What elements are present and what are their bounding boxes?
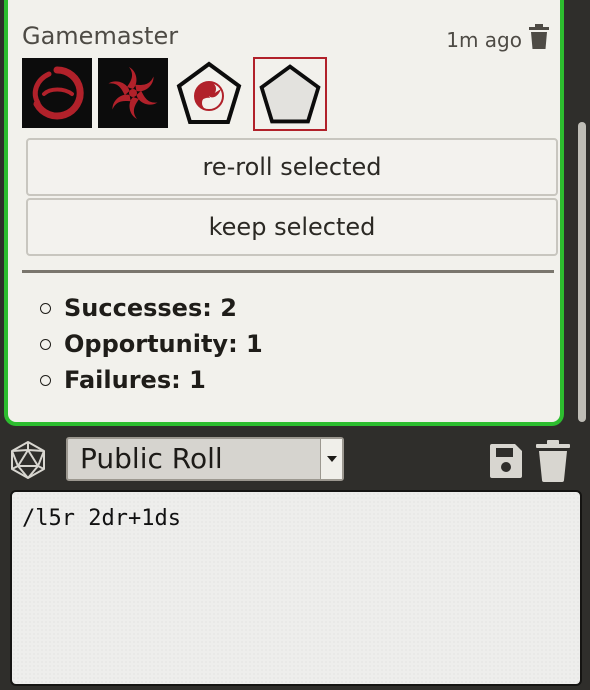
skill-die-blank-icon[interactable] [253,57,327,131]
message-timestamp: 1m ago [446,28,522,52]
ring-die-explosive-icon[interactable] [98,58,168,128]
results-divider [22,270,554,273]
trash-icon[interactable] [528,24,550,50]
chat-scrollbar-thumb[interactable] [578,122,586,422]
save-icon[interactable] [488,442,524,480]
trash-icon[interactable] [534,440,572,482]
roll-results-list: Successes: 2 Opportunity: 1 Failures: 1 [38,290,263,398]
bullet-icon [40,339,51,350]
result-label: Failures: 1 [64,366,206,394]
skill-die-opportunity-icon[interactable] [174,58,244,128]
roll-mode-value: Public Roll [80,442,223,475]
bullet-icon [40,303,51,314]
result-opportunity: Opportunity: 1 [38,326,263,362]
result-label: Opportunity: 1 [64,330,263,358]
d20-icon[interactable] [8,440,48,480]
ring-die-success-icon[interactable] [22,58,92,128]
bullet-icon [40,375,51,386]
message-speaker: Gamemaster [22,22,179,50]
chat-message-input[interactable]: /l5r 2dr+1ds [10,490,582,686]
chevron-down-icon[interactable] [320,439,342,479]
result-successes: Successes: 2 [38,290,263,326]
result-failures: Failures: 1 [38,362,263,398]
roll-mode-select[interactable]: Public Roll [66,437,344,481]
result-label: Successes: 2 [64,294,237,322]
keep-selected-button[interactable]: keep selected [26,198,558,256]
chat-controls: Public Roll [0,432,590,484]
reroll-selected-button[interactable]: re-roll selected [26,138,558,196]
chat-message-card: Gamemaster 1m ago re-roll selected keep … [4,0,564,426]
